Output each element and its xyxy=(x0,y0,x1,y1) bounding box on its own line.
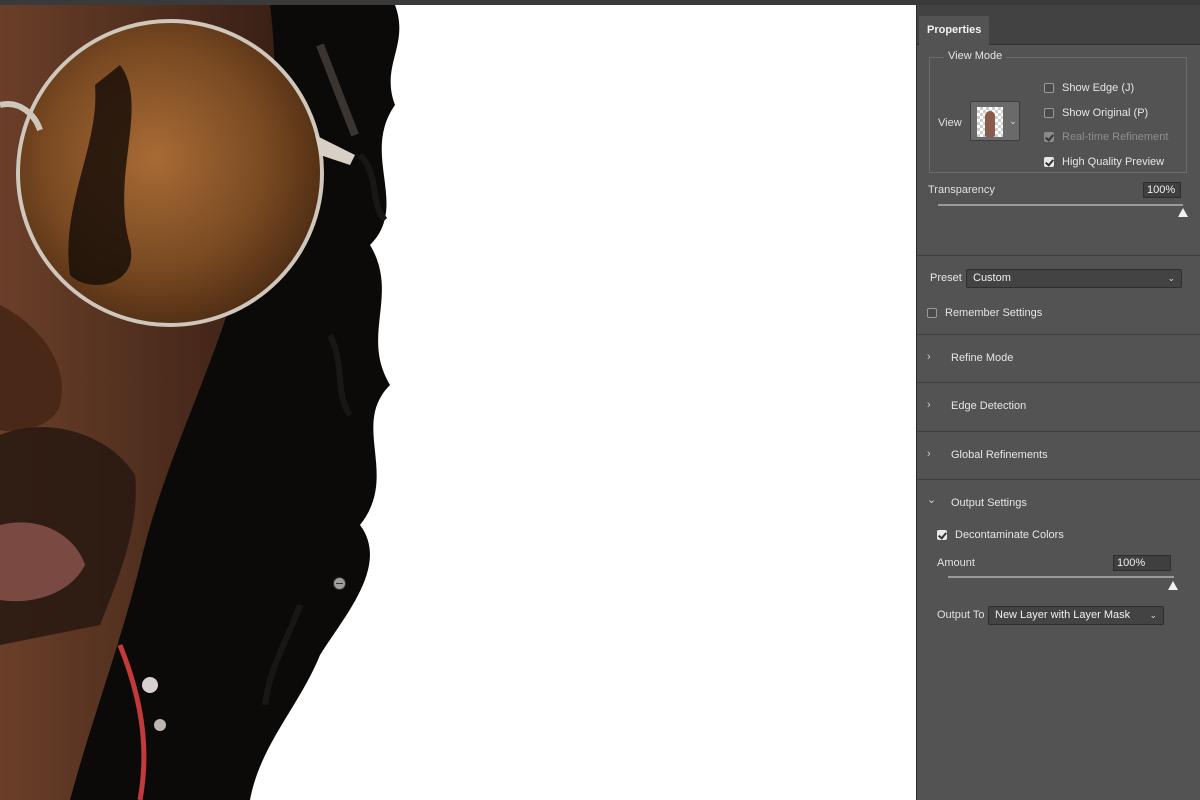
section-label: Refine Mode xyxy=(951,352,1014,364)
amount-label: Amount xyxy=(937,557,975,569)
show-edge-checkbox[interactable]: Show Edge (J) xyxy=(1044,82,1134,94)
view-mode-selector[interactable]: ⌄ xyxy=(970,101,1020,141)
amount-slider-fill xyxy=(948,576,1174,578)
transparency-slider-fill xyxy=(938,204,1183,206)
show-edge-label: Show Edge (J) xyxy=(1062,82,1135,94)
checkbox-icon xyxy=(1044,83,1054,93)
section-label: Global Refinements xyxy=(951,449,1048,461)
chevron-down-icon: ⌄ xyxy=(1167,273,1175,283)
photo-preview xyxy=(0,5,400,800)
view-mode-legend: View Mode xyxy=(944,50,1007,62)
chevron-right-icon: › xyxy=(927,351,931,363)
properties-panel: Properties View Mode View ⌄ Show Edge (J… xyxy=(916,5,1200,800)
realtime-refinement-checkbox[interactable]: Real-time Refinement xyxy=(1044,131,1168,143)
chevron-down-icon: ⌄ xyxy=(1149,610,1157,620)
show-original-checkbox[interactable]: Show Original (P) xyxy=(1044,107,1148,119)
section-label: Edge Detection xyxy=(951,400,1027,412)
checkbox-checked-icon xyxy=(937,530,947,540)
checkbox-checked-icon xyxy=(1044,157,1054,167)
transparency-value-field[interactable]: 100% xyxy=(1143,182,1181,198)
remember-settings-label: Remember Settings xyxy=(945,307,1043,319)
show-original-label: Show Original (P) xyxy=(1062,107,1149,119)
amount-slider-handle[interactable] xyxy=(1168,581,1178,590)
preset-dropdown[interactable]: Custom ⌄ xyxy=(966,269,1182,288)
checkbox-icon xyxy=(927,308,937,318)
view-label: View xyxy=(938,117,962,129)
checkbox-checked-icon xyxy=(1044,132,1054,142)
preset-label: Preset xyxy=(930,272,962,284)
transparency-label: Transparency xyxy=(928,184,995,196)
amount-value-field[interactable]: 100% xyxy=(1113,555,1171,571)
decontaminate-colors-label: Decontaminate Colors xyxy=(955,529,1064,541)
section-global-refinements[interactable]: › Global Refinements xyxy=(917,431,1200,479)
checkbox-icon xyxy=(1044,108,1054,118)
high-quality-preview-label: High Quality Preview xyxy=(1062,156,1165,168)
transparency-slider-track[interactable] xyxy=(938,204,1183,206)
panel-tab-bar: Properties xyxy=(917,5,1200,45)
subtract-brush-cursor xyxy=(333,577,346,590)
chevron-down-icon: ⌄ xyxy=(1009,116,1017,126)
chevron-down-icon: ⌄ xyxy=(927,494,937,506)
section-edge-detection[interactable]: › Edge Detection xyxy=(917,382,1200,430)
remember-settings-checkbox[interactable]: Remember Settings xyxy=(927,307,1042,319)
chevron-right-icon: › xyxy=(927,448,931,460)
section-output-settings[interactable]: ⌄ Output Settings xyxy=(917,479,1200,527)
high-quality-preview-checkbox[interactable]: High Quality Preview xyxy=(1044,156,1164,168)
tab-properties[interactable]: Properties xyxy=(919,16,990,45)
decontaminate-colors-checkbox[interactable]: Decontaminate Colors xyxy=(937,529,1064,541)
realtime-refinement-label: Real-time Refinement xyxy=(1062,131,1169,143)
chevron-right-icon: › xyxy=(927,399,931,411)
output-to-label: Output To xyxy=(937,609,985,621)
transparency-slider-handle[interactable] xyxy=(1178,208,1188,217)
amount-slider-track[interactable] xyxy=(948,576,1174,578)
output-to-dropdown[interactable]: New Layer with Layer Mask ⌄ xyxy=(988,606,1164,625)
document-canvas[interactable] xyxy=(0,5,916,800)
view-thumbnail xyxy=(977,107,1003,137)
section-refine-mode[interactable]: › Refine Mode xyxy=(917,334,1200,382)
view-mode-group: View Mode View ⌄ Show Edge (J) Show Orig… xyxy=(929,50,1187,173)
divider xyxy=(917,255,1200,256)
output-to-value: New Layer with Layer Mask xyxy=(995,609,1131,621)
section-label: Output Settings xyxy=(951,497,1027,509)
preset-value: Custom xyxy=(973,272,1011,284)
